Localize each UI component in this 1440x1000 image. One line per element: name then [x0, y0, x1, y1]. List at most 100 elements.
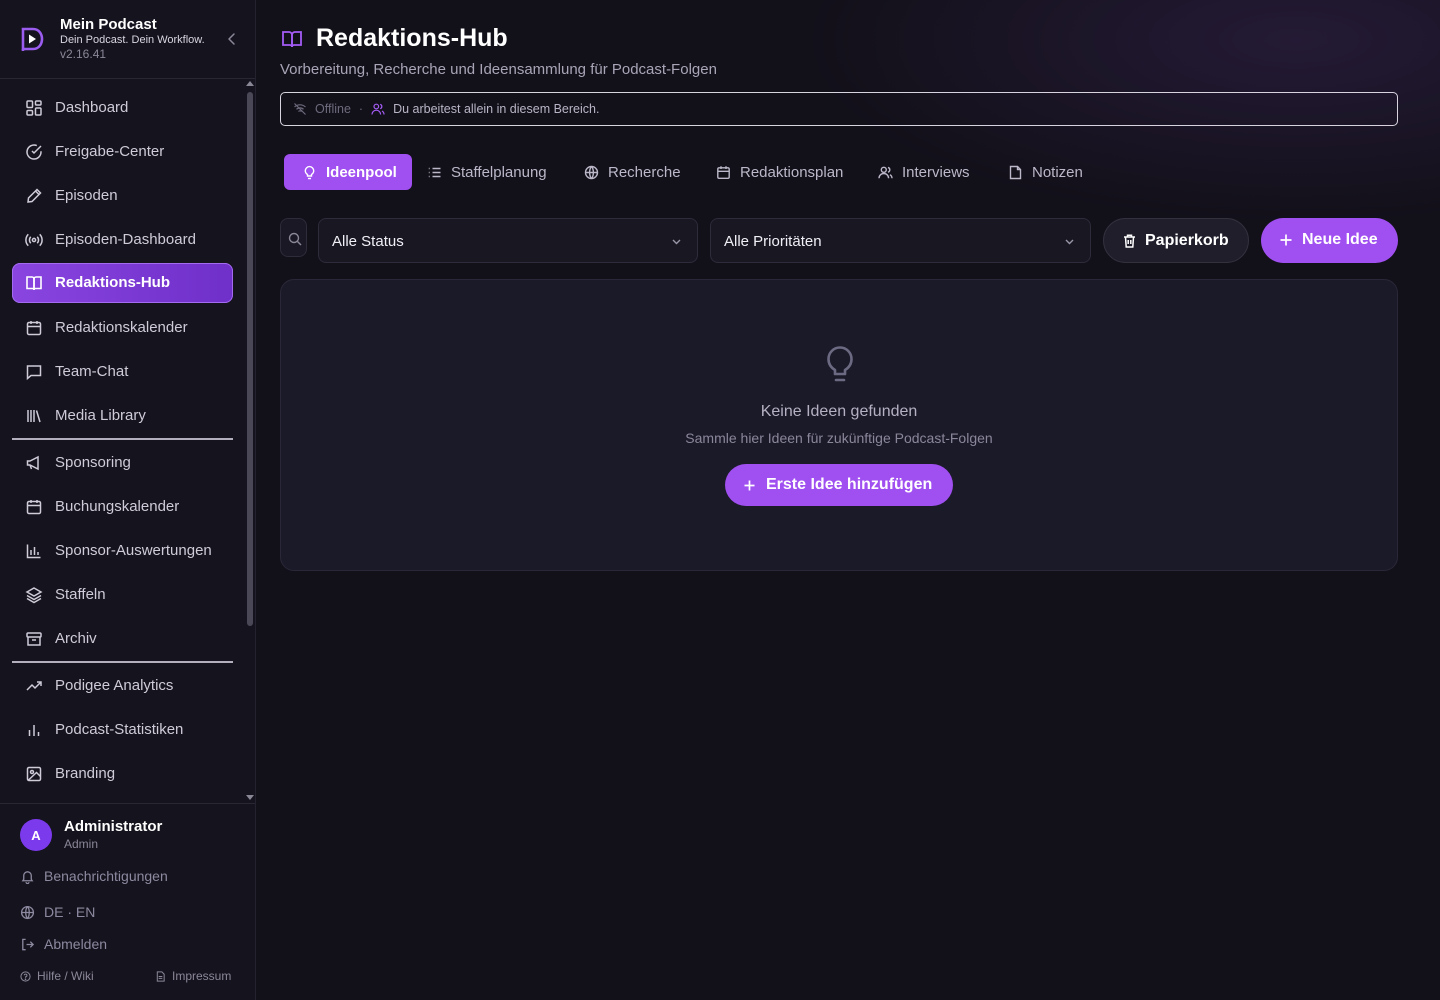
search-button[interactable] [280, 218, 307, 257]
calendar-icon [26, 321, 42, 336]
brand-title: Mein Podcast [60, 16, 157, 33]
page-title: Redaktions-Hub [316, 24, 508, 52]
note-icon [1009, 165, 1022, 179]
megaphone-icon [26, 455, 39, 471]
sidebar-item-freigabe-center[interactable]: Freigabe-Center [12, 132, 233, 172]
imprint-link[interactable]: Impressum [155, 969, 231, 983]
presence-bar: Offline · Du arbeitest allein in diesem … [280, 92, 1398, 126]
page-subtitle: Vorbereitung, Recherche und Ideensammlun… [280, 61, 717, 78]
sidebar-item-label: Dashboard [55, 99, 129, 116]
new-idea-button[interactable]: Neue Idee [1261, 218, 1398, 263]
app-version: v2.16.41 [60, 47, 107, 61]
sidebar-item-media-library[interactable]: Media Library [12, 396, 233, 436]
archive-icon [26, 632, 42, 646]
sidebar-item-buchungskalender[interactable]: Buchungskalender [12, 487, 233, 527]
presence-separator: · [358, 102, 364, 116]
sidebar-item-episoden[interactable]: Episoden [12, 176, 233, 216]
sidebar: Mein Podcast Dein Podcast. Dein Workflow… [0, 0, 256, 1000]
brand-header: Mein Podcast Dein Podcast. Dein Workflow… [0, 0, 255, 79]
help-icon [20, 970, 31, 982]
sidebar-item-podigee-analytics[interactable]: Podigee Analytics [12, 666, 233, 706]
trash-label: Papierkorb [1145, 232, 1229, 249]
sidebar-item-staffeln[interactable]: Staffeln [12, 575, 233, 615]
scroll-down-arrow-icon[interactable] [246, 795, 254, 800]
sidebar-item-episoden-dashboard[interactable]: Episoden-Dashboard [12, 220, 233, 260]
language-switch[interactable]: DE · EN [20, 904, 95, 920]
calendar-icon [26, 500, 42, 515]
sidebar-item-label: Podigee Analytics [55, 677, 174, 694]
sidebar-item-label: Episoden [55, 187, 118, 204]
tab-label: Redaktionsplan [740, 163, 844, 181]
add-first-idea-button[interactable]: Erste Idee hinzufügen [725, 464, 953, 506]
sidebar-item-label: Media Library [55, 407, 146, 424]
sidebar-item-label: Staffeln [55, 586, 106, 603]
sidebar-item-archiv[interactable]: Archiv [12, 619, 233, 659]
tab-ideenpool[interactable]: Ideenpool [284, 154, 412, 190]
scroll-up-arrow-icon[interactable] [246, 81, 254, 86]
tab-interviews[interactable]: Interviews [878, 154, 970, 190]
empty-state-card: Keine Ideen gefunden Sammle hier Ideen f… [280, 279, 1398, 571]
globe-icon [20, 905, 35, 919]
calendar-icon [717, 165, 730, 179]
user-name: Administrator [64, 818, 163, 835]
logout-icon [22, 938, 35, 950]
scrollbar-thumb[interactable] [247, 92, 253, 626]
tab-redaktionsplan[interactable]: Redaktionsplan [716, 154, 843, 190]
presence-message: Du arbeitest allein in diesem Bereich. [393, 102, 600, 116]
status-filter-select[interactable]: Alle Status [318, 218, 698, 263]
sidebar-item-label: Team-Chat [55, 363, 129, 380]
main-content: Redaktions-Hub Vorbereitung, Recherche u… [256, 0, 1440, 1000]
sidebar-item-dashboard[interactable]: Dashboard [12, 88, 233, 128]
trending-up-icon [26, 681, 42, 691]
logout-link[interactable]: Abmelden [20, 936, 107, 952]
help-link[interactable]: Hilfe / Wiki [20, 969, 94, 983]
sidebar-item-label: Branding [55, 765, 116, 782]
users-icon [878, 166, 893, 178]
trash-button[interactable]: Papierkorb [1103, 218, 1249, 263]
collapse-sidebar-icon[interactable] [224, 31, 240, 47]
tab-staffelplanung[interactable]: Staffelplanung [427, 154, 547, 190]
priority-filter-select[interactable]: Alle Prioritäten [710, 218, 1091, 263]
help-label: Hilfe / Wiki [37, 969, 94, 983]
chat-icon [26, 365, 42, 381]
avatar[interactable]: A [20, 819, 52, 851]
sidebar-item-team-chat[interactable]: Team-Chat [12, 352, 233, 392]
grid-icon [26, 100, 42, 116]
tab-recherche[interactable]: Recherche [584, 154, 681, 190]
empty-state-subtitle: Sammle hier Ideen für zukünftige Podcast… [685, 430, 993, 446]
notifications-link[interactable]: Benachrichtigungen [20, 868, 168, 884]
chevron-down-icon [1065, 239, 1074, 245]
sidebar-item-label: Redaktionskalender [55, 319, 188, 336]
sidebar-item-redaktionskalender[interactable]: Redaktionskalender [12, 308, 233, 348]
plus-icon [1280, 234, 1292, 246]
plus-icon [744, 480, 755, 491]
sidebar-item-branding[interactable]: Branding [12, 754, 233, 794]
users-icon [371, 103, 385, 115]
tab-label: Ideenpool [326, 163, 397, 181]
nav-divider [12, 438, 233, 440]
new-idea-label: Neue Idee [1302, 231, 1378, 248]
tab-notizen[interactable]: Notizen [1008, 154, 1083, 190]
language-label: DE · EN [44, 904, 96, 920]
sidebar-item-label: Freigabe-Center [55, 143, 165, 160]
sidebar-item-label: Buchungskalender [55, 498, 180, 515]
search-icon [288, 232, 302, 246]
logout-label: Abmelden [44, 936, 108, 952]
wifi-off-icon [294, 103, 306, 115]
book-icon [26, 276, 42, 291]
sidebar-item-label: Podcast-Statistiken [55, 721, 184, 738]
notifications-label: Benachrichtigungen [44, 868, 168, 884]
podcast-logo-icon [21, 27, 44, 51]
sidebar-item-sponsoring[interactable]: Sponsoring [12, 443, 233, 483]
book-icon [282, 31, 302, 48]
sidebar-item-sponsor-auswertungen[interactable]: Sponsor-Auswertungen [12, 531, 233, 571]
empty-state-title: Keine Ideen gefunden [760, 403, 918, 420]
sidebar-item-redaktions-hub[interactable]: Redaktions-Hub [12, 263, 233, 303]
image-icon [26, 766, 42, 782]
tab-label: Recherche [608, 163, 681, 181]
sidebar-item-label: Archiv [55, 630, 97, 647]
sidebar-item-podcast-statistiken[interactable]: Podcast-Statistiken [12, 710, 233, 750]
nav-divider [12, 661, 233, 663]
bell-icon [21, 870, 34, 884]
pen-icon [27, 188, 42, 203]
